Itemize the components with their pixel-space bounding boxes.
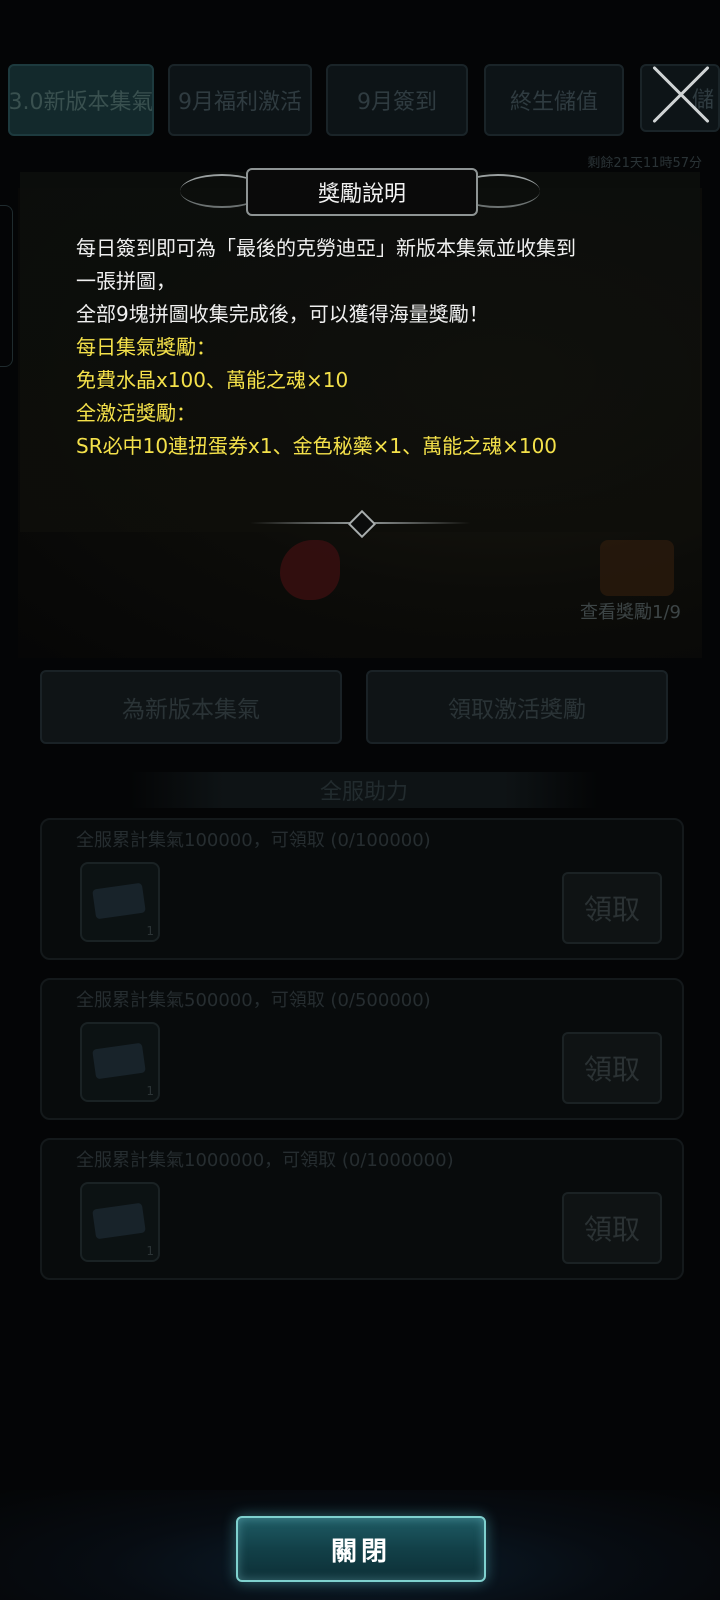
claim-button[interactable]: 領取 — [562, 872, 662, 944]
reward-item-slot[interactable]: 1 — [80, 1022, 160, 1102]
dialog-title: 獎勵說明 — [246, 168, 478, 216]
reward-qty: 1 — [146, 1244, 154, 1258]
tab-september-welfare[interactable]: 9月福利激活 — [168, 64, 312, 136]
tab-lifetime-topup[interactable]: 終生儲值 — [484, 64, 624, 136]
dialog-line: 每日簽到即可為「最後的克勞迪亞」新版本集氣並收集到 — [76, 236, 576, 260]
ticket-icon — [92, 1202, 146, 1240]
dialog-header: 獎勵說明 — [180, 168, 540, 216]
side-handle[interactable] — [0, 205, 13, 367]
tab-new-version-collect[interactable]: 3.0新版本集氣 — [8, 64, 154, 136]
view-reward-link[interactable]: 查看獎勵1/9 — [580, 598, 681, 624]
tab-bar: 3.0新版本集氣 9月福利激活 9月簽到 終生儲值 儲 — [0, 64, 720, 136]
claim-activation-button[interactable]: 領取激活獎勵 — [366, 670, 668, 744]
reward-title: 全服累計集氣100000，可領取 (0/100000) — [76, 830, 431, 851]
dialog-footer-ornament — [250, 512, 470, 536]
close-icon[interactable] — [648, 62, 714, 128]
dialog-line: 全部9塊拼圖收集完成後，可以獲得海量獎勵！ — [76, 302, 489, 326]
dialog-line: 免費水晶x100、萬能之魂×10 — [76, 368, 349, 392]
server-reward-card: 全服累計集氣500000，可領取 (0/500000) 1 領取 — [40, 978, 684, 1120]
dialog-line: SR必中10連扭蛋券x1、金色秘藥×1、萬能之魂×100 — [76, 434, 558, 458]
reward-qty: 1 — [146, 1084, 154, 1098]
tab-september-signin[interactable]: 9月簽到 — [326, 64, 468, 136]
collect-button[interactable]: 為新版本集氣 — [40, 670, 342, 744]
reward-qty: 1 — [146, 924, 154, 938]
dialog-line: 一張拼圖， — [76, 269, 176, 293]
dialog-line: 每日集氣獎勵： — [76, 335, 216, 359]
reward-title: 全服累計集氣500000，可領取 (0/500000) — [76, 990, 431, 1011]
remaining-time: 剩餘21天11時57分 — [587, 156, 702, 171]
ticket-icon — [92, 882, 146, 920]
server-help-header: 全服助力 — [130, 772, 598, 808]
reward-title: 全服累計集氣1000000，可領取 (0/1000000) — [76, 1150, 454, 1171]
ticket-icon — [92, 1042, 146, 1080]
dialog-body: 每日簽到即可為「最後的克勞迪亞」新版本集氣並收集到 一張拼圖， 全部9塊拼圖收集… — [76, 232, 676, 463]
claim-button[interactable]: 領取 — [562, 1192, 662, 1264]
reward-item-slot[interactable]: 1 — [80, 862, 160, 942]
server-reward-card: 全服累計集氣100000，可領取 (0/100000) 1 領取 — [40, 818, 684, 960]
server-reward-card: 全服累計集氣1000000，可領取 (0/1000000) 1 領取 — [40, 1138, 684, 1280]
claim-button[interactable]: 領取 — [562, 1032, 662, 1104]
heart-decoration — [280, 540, 340, 600]
reward-item-slot[interactable]: 1 — [80, 1182, 160, 1262]
close-button[interactable]: 關閉 — [236, 1516, 486, 1582]
dialog-line: 全激活獎勵： — [76, 401, 196, 425]
treasure-chest-icon[interactable] — [600, 540, 674, 596]
